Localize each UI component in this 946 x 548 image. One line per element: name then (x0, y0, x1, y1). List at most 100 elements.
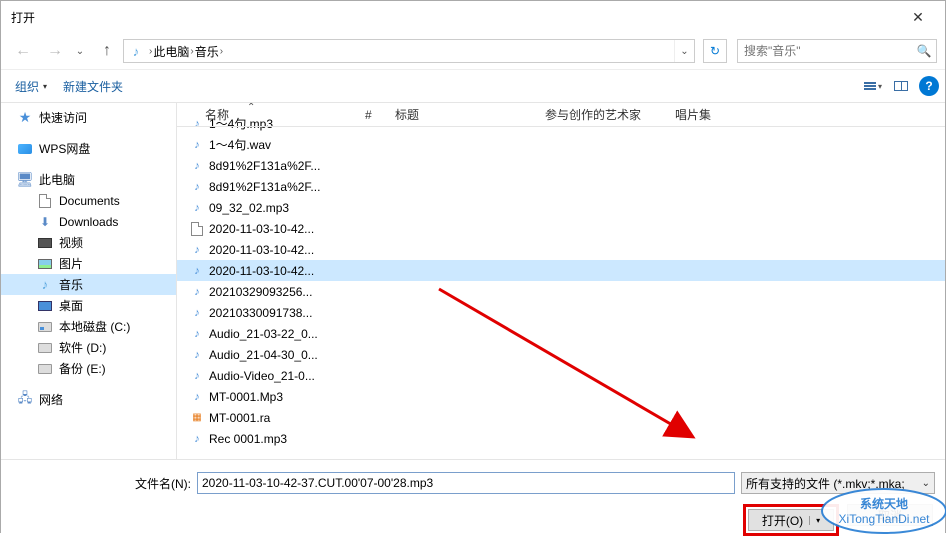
file-row[interactable]: ♪ 20210329093256... (177, 281, 945, 302)
file-row[interactable]: ♪ 8d91%2F131a%2F... (177, 176, 945, 197)
new-folder-button[interactable]: 新建文件夹 (55, 74, 131, 99)
column-header-number[interactable]: # (357, 103, 387, 126)
file-row[interactable]: 2020-11-03-10-42... (177, 218, 945, 239)
view-options-button[interactable]: ▾ (859, 74, 887, 98)
window-title: 打开 (11, 9, 895, 26)
chevron-right-icon: › (190, 46, 193, 57)
close-button[interactable]: ✕ (895, 2, 941, 32)
filename-input[interactable] (197, 472, 735, 494)
chevron-right-icon: › (220, 46, 223, 57)
back-button[interactable]: ← (9, 37, 37, 65)
file-row[interactable]: ♪ Audio-Video_21-0... (177, 365, 945, 386)
audio-file-icon: ♪ (189, 179, 205, 195)
file-name: 2020-11-03-10-42... (209, 264, 314, 278)
toolbar: 组织▾ 新建文件夹 ▾ ? (1, 69, 945, 103)
column-header-title[interactable]: 标题 (387, 103, 537, 126)
file-name: Audio_21-03-22_0... (209, 327, 318, 341)
column-headers: ⌃ 名称 # 标题 参与创作的艺术家 唱片集 (177, 103, 945, 127)
audio-file-icon: ♪ (189, 326, 205, 342)
audio-file-icon: ♪ (189, 284, 205, 300)
sidebar-item-documents[interactable]: Documents (1, 190, 176, 211)
filename-label: 文件名(N): (11, 475, 191, 492)
file-row[interactable]: ♪ 2020-11-03-10-42... (177, 239, 945, 260)
doc-file-icon (189, 221, 205, 237)
file-row[interactable]: ♪ Rec 0001.mp3 (177, 428, 945, 449)
ra-file-icon: ▦ (189, 410, 205, 426)
file-name: MT-0001.ra (209, 411, 270, 425)
up-button[interactable]: ↑ (95, 37, 119, 65)
breadcrumb-folder[interactable]: 音乐 (195, 43, 219, 60)
sidebar-item-videos[interactable]: 视频 (1, 232, 176, 253)
audio-file-icon: ♪ (189, 431, 205, 447)
sidebar-item-this-pc[interactable]: 🖥此电脑 (1, 169, 176, 190)
forward-button[interactable]: → (41, 37, 69, 65)
file-row[interactable]: ♪ 2020-11-03-10-42... (177, 260, 945, 281)
sidebar-item-music[interactable]: ♪音乐 (1, 274, 176, 295)
dialog-footer: 文件名(N): 所有支持的文件 (*.mkv;*.mka;⌄ 打开(O)▾ 取消 (1, 459, 945, 548)
breadcrumb[interactable]: › 此电脑 › 音乐 › (148, 43, 674, 60)
audio-file-icon: ♪ (189, 347, 205, 363)
audio-file-icon: ♪ (189, 242, 205, 258)
file-name: 8d91%2F131a%2F... (209, 159, 320, 173)
audio-file-icon: ♪ (189, 137, 205, 153)
search-input[interactable] (738, 44, 912, 58)
file-name: Rec 0001.mp3 (209, 432, 287, 446)
sidebar-item-disk-d[interactable]: 软件 (D:) (1, 337, 176, 358)
help-icon[interactable]: ? (919, 76, 939, 96)
column-header-album[interactable]: 唱片集 (667, 103, 747, 126)
svg-text:系统天地: 系统天地 (860, 496, 908, 511)
watermark: 系统天地 XiTongTianDi.net (819, 486, 946, 536)
sidebar-item-pictures[interactable]: 图片 (1, 253, 176, 274)
sidebar-item-desktop[interactable]: 桌面 (1, 295, 176, 316)
file-name: 1～4句.wav (209, 136, 271, 153)
audio-file-icon: ♪ (189, 305, 205, 321)
file-name: MT-0001.Mp3 (209, 390, 283, 404)
navigation-bar: ← → ⌄ ↑ ♪ › 此电脑 › 音乐 › ⌄ ↻ 🔍 (1, 33, 945, 69)
file-name: 20210329093256... (209, 285, 312, 299)
sort-indicator-icon: ⌃ (247, 103, 255, 113)
sidebar-item-disk-e[interactable]: 备份 (E:) (1, 358, 176, 379)
preview-pane-button[interactable] (887, 74, 915, 98)
column-header-name[interactable]: 名称 (177, 103, 357, 126)
main-content: ★快速访问 WPS网盘 🖥此电脑 Documents ⬇Downloads 视频… (1, 103, 945, 459)
sidebar-item-downloads[interactable]: ⬇Downloads (1, 211, 176, 232)
address-bar[interactable]: ♪ › 此电脑 › 音乐 › ⌄ (123, 39, 695, 63)
file-name: 8d91%2F131a%2F... (209, 180, 320, 194)
file-list: ♪1～4句.mp3♪1～4句.wav♪8d91%2F131a%2F...♪8d9… (177, 113, 945, 459)
refresh-button[interactable]: ↻ (703, 39, 727, 63)
audio-file-icon: ♪ (189, 263, 205, 279)
file-name: 2020-11-03-10-42... (209, 243, 314, 257)
file-name: Audio_21-04-30_0... (209, 348, 318, 362)
file-row[interactable]: ♪ 09_32_02.mp3 (177, 197, 945, 218)
sidebar-item-quick-access[interactable]: ★快速访问 (1, 107, 176, 128)
search-box[interactable]: 🔍 (737, 39, 937, 63)
navigation-pane: ★快速访问 WPS网盘 🖥此电脑 Documents ⬇Downloads 视频… (1, 103, 177, 459)
file-name: Audio-Video_21-0... (209, 369, 315, 383)
file-row[interactable]: ▦ MT-0001.ra (177, 407, 945, 428)
file-row[interactable]: ♪ Audio_21-04-30_0... (177, 344, 945, 365)
svg-text:XiTongTianDi.net: XiTongTianDi.net (839, 512, 931, 526)
file-row[interactable]: ♪1～4句.wav (177, 134, 945, 155)
file-name: 2020-11-03-10-42... (209, 222, 314, 236)
recent-locations-button[interactable]: ⌄ (73, 37, 87, 65)
file-row[interactable]: ♪8d91%2F131a%2F... (177, 155, 945, 176)
address-history-dropdown[interactable]: ⌄ (674, 40, 694, 62)
audio-file-icon: ♪ (189, 200, 205, 216)
audio-file-icon: ♪ (189, 368, 205, 384)
file-name: 09_32_02.mp3 (209, 201, 289, 215)
chevron-right-icon: › (149, 46, 152, 57)
location-icon: ♪ (126, 41, 146, 61)
file-list-area: ⌃ 名称 # 标题 参与创作的艺术家 唱片集 ♪1～4句.mp3♪1～4句.wa… (177, 103, 945, 459)
search-icon[interactable]: 🔍 (912, 44, 936, 58)
breadcrumb-root[interactable]: 此电脑 (153, 43, 189, 60)
column-header-artist[interactable]: 参与创作的艺术家 (537, 103, 667, 126)
file-row[interactable]: ♪ 20210330091738... (177, 302, 945, 323)
sidebar-item-disk-c[interactable]: 本地磁盘 (C:) (1, 316, 176, 337)
file-row[interactable]: ♪ MT-0001.Mp3 (177, 386, 945, 407)
sidebar-item-wps[interactable]: WPS网盘 (1, 138, 176, 159)
sidebar-item-network[interactable]: 🖧网络 (1, 389, 176, 410)
file-row[interactable]: ♪ Audio_21-03-22_0... (177, 323, 945, 344)
file-name: 20210330091738... (209, 306, 312, 320)
organize-button[interactable]: 组织▾ (7, 74, 55, 99)
audio-file-icon: ♪ (189, 389, 205, 405)
